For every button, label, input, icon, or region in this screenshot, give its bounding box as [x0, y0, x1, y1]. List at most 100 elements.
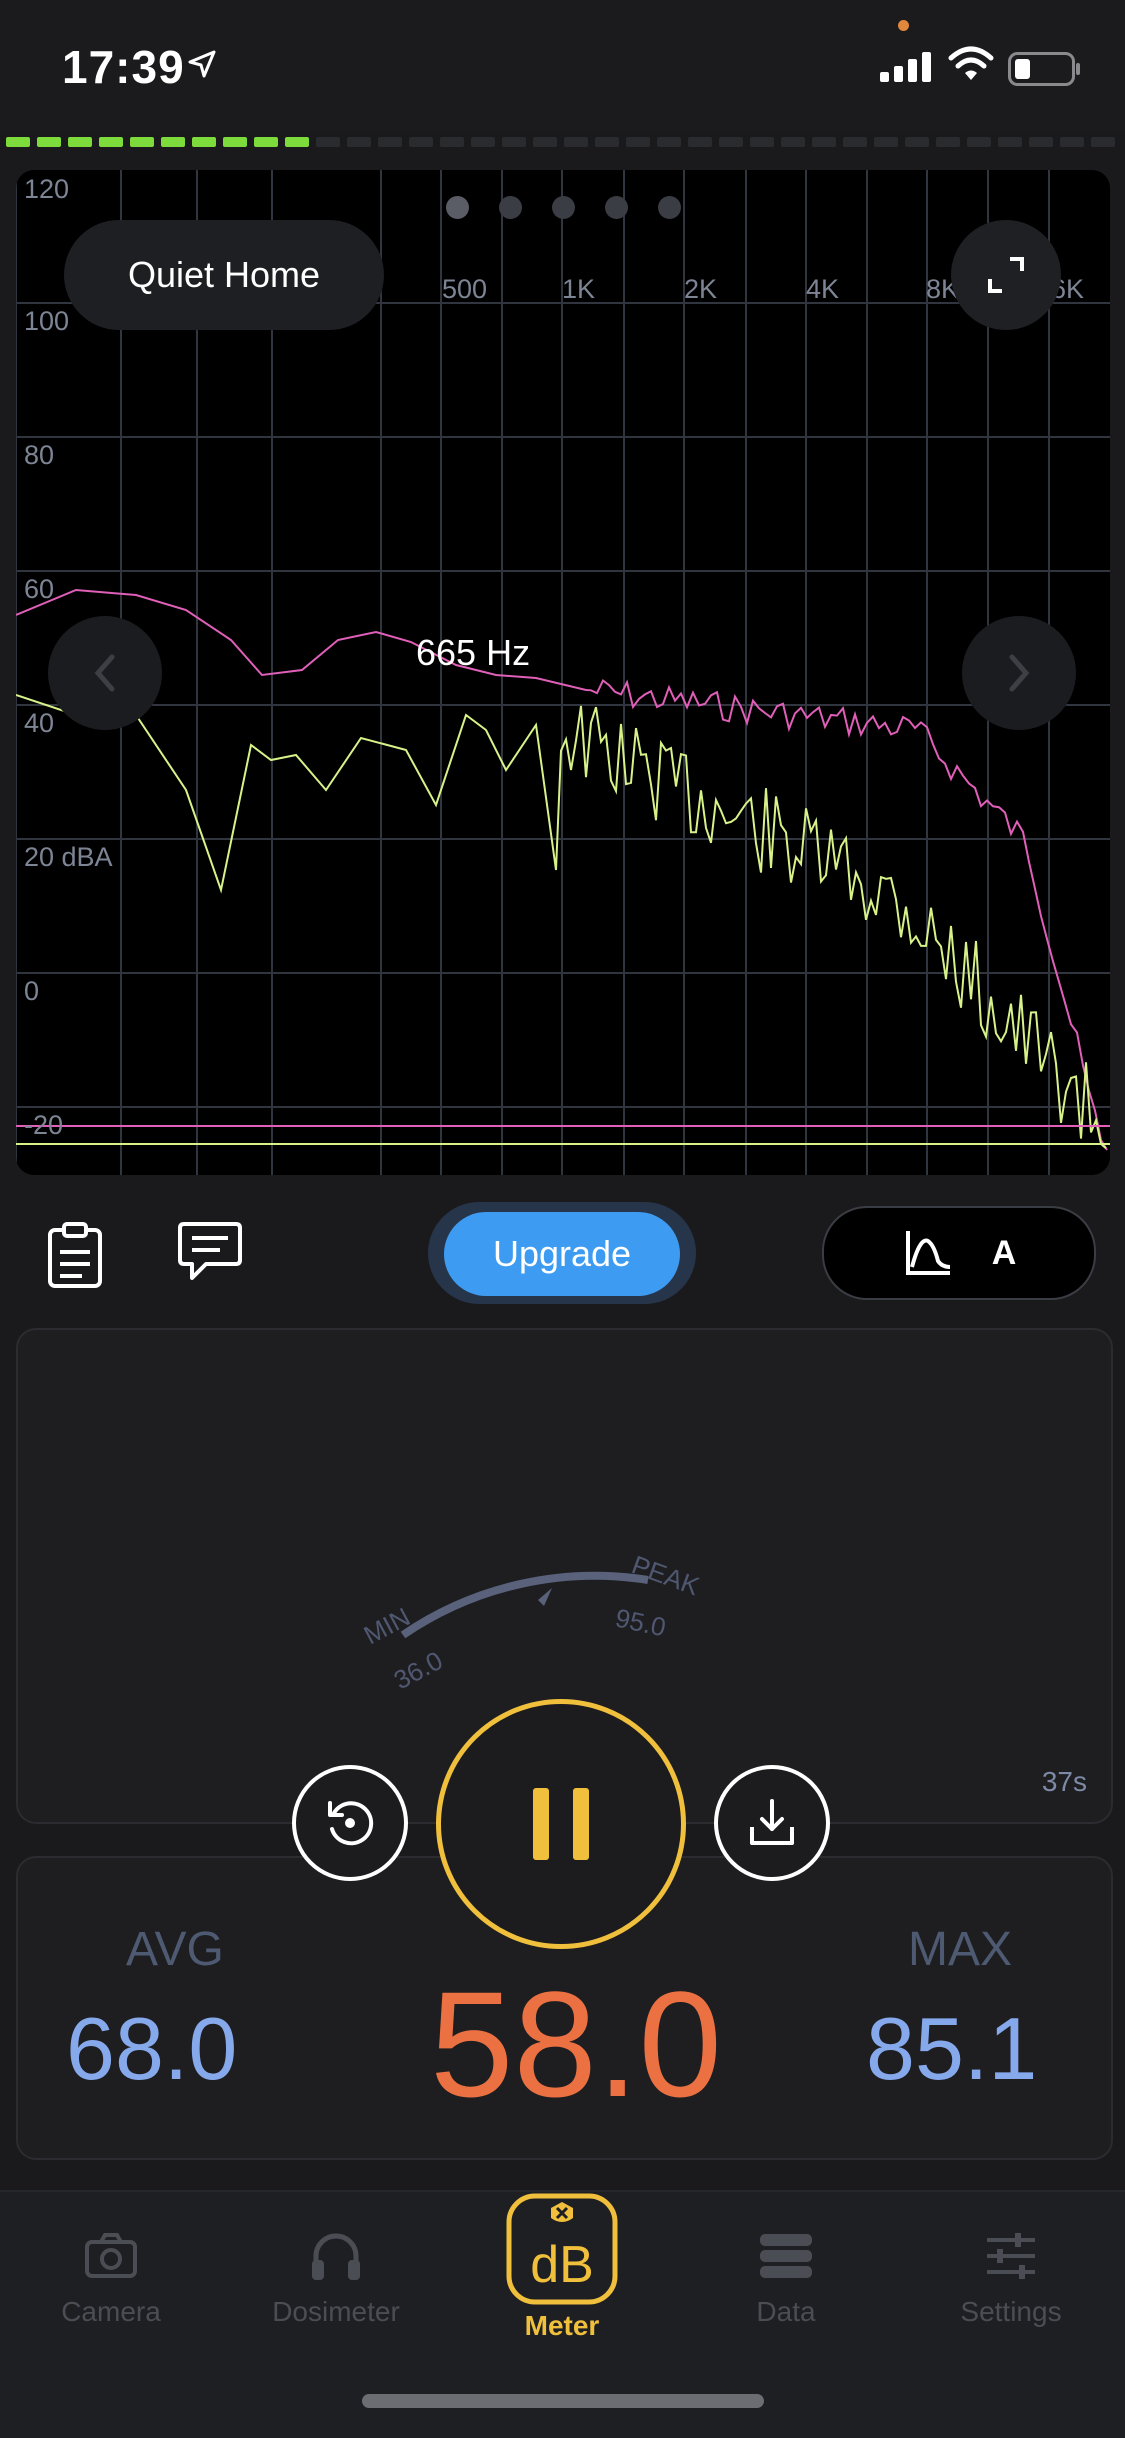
data-stack-icon — [760, 2234, 812, 2278]
level-segment — [905, 137, 929, 147]
previous-page-button[interactable] — [48, 616, 162, 730]
cellular-signal-icon — [880, 52, 931, 82]
status-time: 17:39 — [62, 41, 185, 93]
level-segment — [254, 137, 278, 147]
level-segment — [657, 137, 681, 147]
chevron-left-icon — [94, 654, 115, 692]
preset-pill[interactable]: Quiet Home — [64, 220, 384, 330]
next-page-button[interactable] — [962, 616, 1076, 730]
x-label-1k: 1K — [562, 274, 596, 304]
page-indicator — [446, 196, 681, 219]
status-bar: 17:39 — [0, 0, 1125, 130]
x-label-2k: 2K — [684, 274, 718, 304]
peak-label: PEAK — [628, 1549, 704, 1601]
max-label: MAX — [908, 1923, 1013, 1976]
level-segment — [347, 137, 371, 147]
y-label-120: 120 — [24, 174, 70, 204]
y-label-100: 100 — [24, 306, 70, 336]
level-segment — [471, 137, 495, 147]
tab-camera[interactable]: Camera — [11, 2226, 211, 2328]
level-segment — [1029, 137, 1053, 147]
level-segment — [564, 137, 588, 147]
tab-settings[interactable]: Settings — [911, 2226, 1111, 2328]
spectrum-analyzer[interactable]: 120 100 80 60 40 20 dBA 0 -20 500 1K 2K … — [16, 170, 1110, 1175]
level-segment — [1091, 137, 1115, 147]
avg-label: AVG — [126, 1923, 224, 1976]
weighting-selector-button[interactable]: A — [822, 1206, 1096, 1300]
level-segment — [719, 137, 743, 147]
page-dot[interactable] — [446, 196, 469, 219]
level-segment — [316, 137, 340, 147]
tab-settings-label: Settings — [960, 2296, 1062, 2327]
svg-text:dB: dB — [530, 2236, 594, 2294]
level-segment — [223, 137, 247, 147]
page-dot[interactable] — [499, 196, 522, 219]
tab-dosimeter-label: Dosimeter — [272, 2296, 400, 2327]
x-label-500: 500 — [442, 274, 488, 304]
tab-data[interactable]: Data — [686, 2226, 886, 2328]
frequency-readout: 665 Hz — [416, 632, 531, 673]
expand-icon — [988, 257, 1024, 293]
level-segment — [285, 137, 309, 147]
sliders-icon — [987, 2233, 1035, 2279]
level-segment — [936, 137, 960, 147]
camera-icon — [85, 2233, 137, 2278]
level-segment — [502, 137, 526, 147]
expand-button[interactable] — [951, 220, 1061, 330]
tab-meter-label: Meter — [524, 2310, 600, 2341]
pause-button[interactable] — [436, 1699, 686, 1949]
pause-icon — [533, 1788, 549, 1860]
level-segment — [68, 137, 92, 147]
tab-meter[interactable]: dB Meter — [462, 2192, 662, 2342]
chevron-right-icon — [1009, 654, 1030, 692]
level-segment — [626, 137, 650, 147]
level-meter-strip — [6, 137, 1115, 147]
level-segment — [99, 137, 123, 147]
max-value: 85.1 — [866, 1999, 1038, 2098]
level-segment — [812, 137, 836, 147]
battery-icon — [1008, 52, 1080, 86]
level-segment — [595, 137, 619, 147]
level-segment — [533, 137, 557, 147]
clipboard-icon[interactable] — [42, 1220, 108, 1290]
reset-button[interactable] — [292, 1765, 408, 1881]
y-label-80: 80 — [24, 440, 55, 470]
level-segment — [750, 137, 774, 147]
level-segment — [409, 137, 433, 147]
y-label-40: 40 — [24, 708, 55, 738]
level-segment — [843, 137, 867, 147]
comment-icon[interactable] — [176, 1220, 244, 1284]
reset-icon — [328, 1801, 374, 1846]
y-label-minus20: -20 — [24, 1110, 64, 1140]
upgrade-button[interactable]: Upgrade — [444, 1212, 680, 1296]
level-segment — [161, 137, 185, 147]
page-dot[interactable] — [658, 196, 681, 219]
level-segment — [440, 137, 464, 147]
headphones-icon — [312, 2233, 360, 2280]
level-segment — [998, 137, 1022, 147]
save-button[interactable] — [714, 1765, 830, 1881]
y-label-0: 0 — [24, 976, 40, 1006]
level-segment — [192, 137, 216, 147]
db-meter-icon: dB — [506, 2193, 618, 2305]
privacy-indicator-dot — [898, 20, 909, 31]
min-value: 36.0 — [389, 1645, 448, 1695]
page-dot[interactable] — [605, 196, 628, 219]
peak-value: 95.0 — [613, 1603, 669, 1643]
level-segment — [37, 137, 61, 147]
page-dot[interactable] — [552, 196, 575, 219]
location-arrow-icon — [188, 50, 216, 78]
level-segment — [781, 137, 805, 147]
tab-dosimeter[interactable]: Dosimeter — [236, 2226, 436, 2328]
avg-marker-icon — [538, 1588, 552, 1606]
min-label: MIN — [359, 1601, 415, 1650]
avg-value: 68.0 — [66, 1999, 238, 2098]
x-label-4k: 4K — [806, 274, 840, 304]
level-segment — [6, 137, 30, 147]
level-segment — [874, 137, 898, 147]
tab-data-label: Data — [756, 2296, 816, 2327]
level-segment — [1060, 137, 1084, 147]
toolbar: Upgrade A — [0, 1180, 1125, 1320]
elapsed-time: 37s — [1041, 1766, 1087, 1797]
home-indicator — [362, 2394, 764, 2408]
